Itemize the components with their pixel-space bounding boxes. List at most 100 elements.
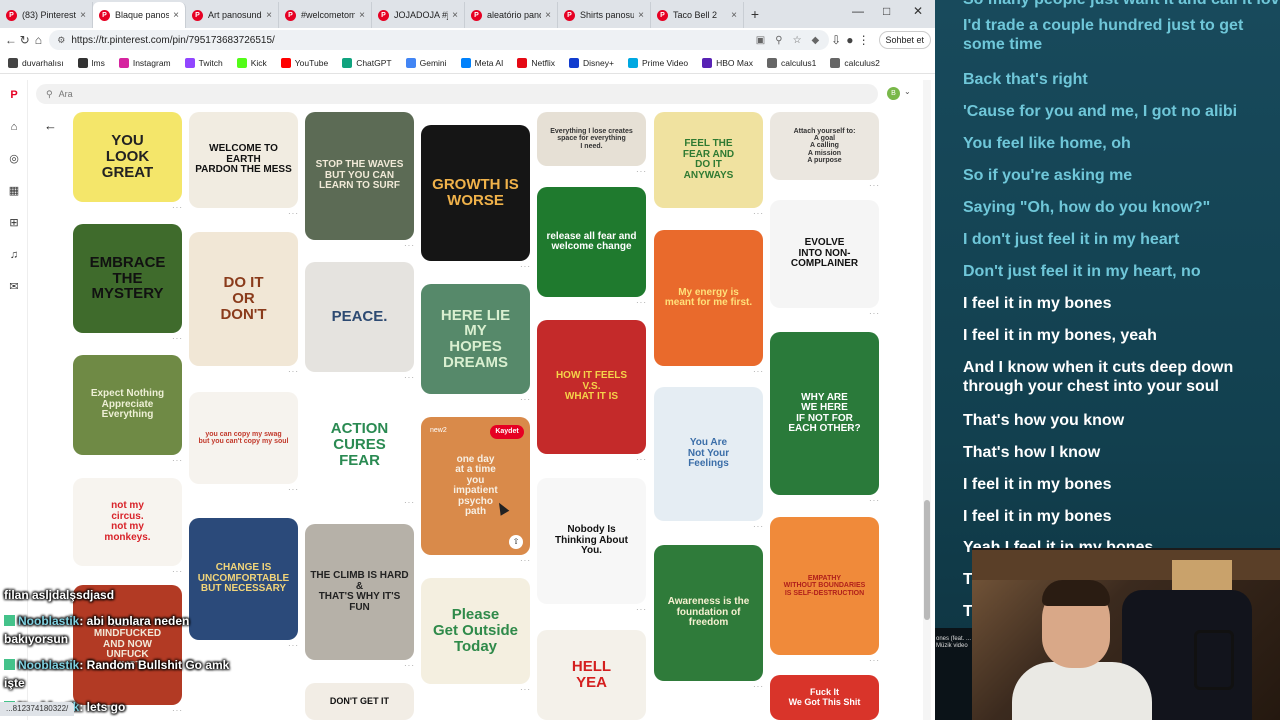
- back-arrow-icon[interactable]: ←: [44, 118, 57, 133]
- tab-1[interactable]: P Blaque panosundaki×: [93, 2, 186, 28]
- scrollbar-thumb[interactable]: [924, 500, 930, 620]
- pin-card[interactable]: WHY ARE WE HERE IF NOT FOR EACH OTHER?: [770, 332, 879, 495]
- pin-card[interactable]: Awareness is the foundation of freedom: [654, 545, 763, 681]
- search-input[interactable]: ⚲ Ara: [36, 84, 878, 104]
- bookmark-item[interactable]: HBO Max: [702, 57, 753, 68]
- bookmark-item[interactable]: Netflix: [517, 57, 555, 68]
- more-options-icon[interactable]: ···: [753, 367, 764, 376]
- extension-icon[interactable]: ◆: [812, 35, 820, 46]
- more-options-icon[interactable]: ···: [520, 685, 531, 694]
- tab-5[interactable]: Paleatório panos ×: [465, 2, 558, 28]
- more-options-icon[interactable]: ···: [404, 373, 415, 382]
- close-icon[interactable]: ×: [80, 10, 86, 21]
- pin-card[interactable]: Expect Nothing Appreciate Everything: [73, 355, 182, 455]
- more-options-icon[interactable]: ···: [636, 167, 647, 176]
- pin-card[interactable]: GROWTH IS WORSE: [421, 125, 530, 261]
- more-options-icon[interactable]: ···: [636, 298, 647, 307]
- more-options-icon[interactable]: ···: [172, 456, 183, 465]
- zoom-icon[interactable]: ⚲: [775, 35, 782, 46]
- more-options-icon[interactable]: ···: [636, 455, 647, 464]
- maximize-icon[interactable]: □: [883, 4, 890, 18]
- more-options-icon[interactable]: ···: [753, 522, 764, 531]
- url-field[interactable]: ⚙ https://tr.pinterest.com/pin/795173683…: [49, 30, 830, 50]
- pin-card[interactable]: Attach yourself to: A goal A calling A miss…: [770, 112, 879, 180]
- bookmark-item[interactable]: Prime Video: [627, 57, 688, 68]
- minimize-icon[interactable]: —: [852, 4, 864, 18]
- bookmark-item[interactable]: Meta AI: [460, 57, 503, 68]
- bookmark-item[interactable]: YouTube: [280, 57, 328, 68]
- more-options-icon[interactable]: ···: [753, 209, 764, 218]
- pin-card[interactable]: THE CLIMB IS HARD & THAT'S WHY IT'S FUN: [305, 524, 414, 660]
- bookmark-item[interactable]: duvarhalısı: [8, 57, 64, 68]
- bookmark-star-icon[interactable]: ☆: [793, 35, 802, 46]
- explore-icon[interactable]: ◎: [7, 152, 21, 166]
- pin-card[interactable]: You Are Not Your Feelings: [654, 387, 763, 521]
- more-options-icon[interactable]: ···: [869, 656, 880, 665]
- close-icon[interactable]: ×: [359, 10, 365, 21]
- notifications-icon[interactable]: ♫: [7, 248, 21, 262]
- share-icon[interactable]: ⇧: [509, 535, 523, 549]
- pin-card[interactable]: DON'T GET IT: [305, 683, 414, 720]
- bookmark-item[interactable]: calculus1: [766, 57, 816, 68]
- pin-card[interactable]: ACTION CURES FEAR: [305, 393, 414, 497]
- bookmark-item[interactable]: Twitch: [184, 57, 223, 68]
- close-icon[interactable]: ×: [545, 10, 551, 21]
- more-options-icon[interactable]: ···: [869, 309, 880, 318]
- more-options-icon[interactable]: ···: [288, 367, 299, 376]
- bookmark-item[interactable]: Disney+: [569, 57, 614, 68]
- profile-icon[interactable]: ●: [843, 33, 857, 47]
- board-tag[interactable]: new2: [430, 427, 447, 434]
- more-options-icon[interactable]: ···: [288, 641, 299, 650]
- tab-0[interactable]: P (83) Pinterest ×: [0, 2, 93, 28]
- more-options-icon[interactable]: ···: [869, 181, 880, 190]
- home-nav-icon[interactable]: ⌂: [7, 120, 21, 134]
- pin-card[interactable]: you can copy my swag but you can't copy m…: [189, 392, 298, 484]
- bookmark-item[interactable]: Instagram: [118, 57, 171, 68]
- pin-card[interactable]: DO IT OR DON'T: [189, 232, 298, 366]
- create-icon[interactable]: ⊞: [7, 216, 21, 230]
- menu-dots-icon[interactable]: ⋮: [857, 33, 871, 47]
- close-icon[interactable]: ×: [731, 10, 737, 21]
- pin-card[interactable]: YOU LOOK GREAT: [73, 112, 182, 202]
- bookmark-item[interactable]: lms: [77, 57, 105, 68]
- avatar[interactable]: B: [887, 87, 900, 100]
- more-options-icon[interactable]: ···: [636, 605, 647, 614]
- more-options-icon[interactable]: ···: [404, 661, 415, 670]
- tab-2[interactable]: P Art panosundaki ×: [186, 2, 279, 28]
- close-icon[interactable]: ×: [173, 10, 179, 21]
- pin-card[interactable]: Please Get Outside Today: [421, 578, 530, 684]
- more-options-icon[interactable]: ···: [172, 334, 183, 343]
- pin-card[interactable]: not my circus. not my monkeys.: [73, 478, 182, 566]
- window-close-icon[interactable]: ✕: [913, 4, 923, 18]
- bookmark-item[interactable]: calculus2: [830, 57, 880, 68]
- chat-button[interactable]: Sohbet et: [878, 31, 932, 49]
- close-icon[interactable]: ×: [266, 10, 272, 21]
- more-options-icon[interactable]: ···: [520, 262, 531, 271]
- pin-card[interactable]: FEEL THE FEAR AND DO IT ANYWAYS: [654, 112, 763, 208]
- boards-icon[interactable]: ▦: [7, 184, 21, 198]
- more-options-icon[interactable]: ···: [753, 682, 764, 691]
- pinterest-logo-icon[interactable]: P: [7, 88, 21, 102]
- bookmark-item[interactable]: Kick: [236, 57, 267, 68]
- close-icon[interactable]: ×: [452, 10, 458, 21]
- pin-card[interactable]: STOP THE WAVES BUT YOU CAN LEARN TO SURF: [305, 112, 414, 240]
- site-info-icon[interactable]: ⚙: [57, 35, 65, 46]
- pin-card[interactable]: EMPATHY WITHOUT BOUNDARIES IS SELF-DESTRUC…: [770, 517, 879, 655]
- new-tab-icon[interactable]: +: [744, 6, 766, 22]
- pin-card[interactable]: Nobody Is Thinking About You.: [537, 478, 646, 604]
- chevron-down-icon[interactable]: ⌄: [904, 87, 911, 96]
- tab-3[interactable]: P #welcometomi ×: [279, 2, 372, 28]
- pin-card[interactable]: HERE LIE MY HOPES DREAMS: [421, 284, 530, 394]
- download-icon[interactable]: ⇩: [829, 33, 843, 47]
- pin-card[interactable]: PEACE.: [305, 262, 414, 372]
- more-options-icon[interactable]: ···: [869, 496, 880, 505]
- more-options-icon[interactable]: ···: [520, 395, 531, 404]
- tab-6[interactable]: P Shirts panosundaki ×: [558, 2, 651, 28]
- more-options-icon[interactable]: ···: [288, 485, 299, 494]
- more-options-icon[interactable]: ···: [404, 241, 415, 250]
- tab-4[interactable]: P JOJADOJA #joja ×: [372, 2, 465, 28]
- pin-card[interactable]: Everything I lose creates space for every…: [537, 112, 646, 166]
- pin-card[interactable]: Fuck It We Got This Shit: [770, 675, 879, 720]
- more-options-icon[interactable]: ···: [404, 498, 415, 507]
- pin-card[interactable]: EMBRACE THE MYSTERY: [73, 224, 182, 333]
